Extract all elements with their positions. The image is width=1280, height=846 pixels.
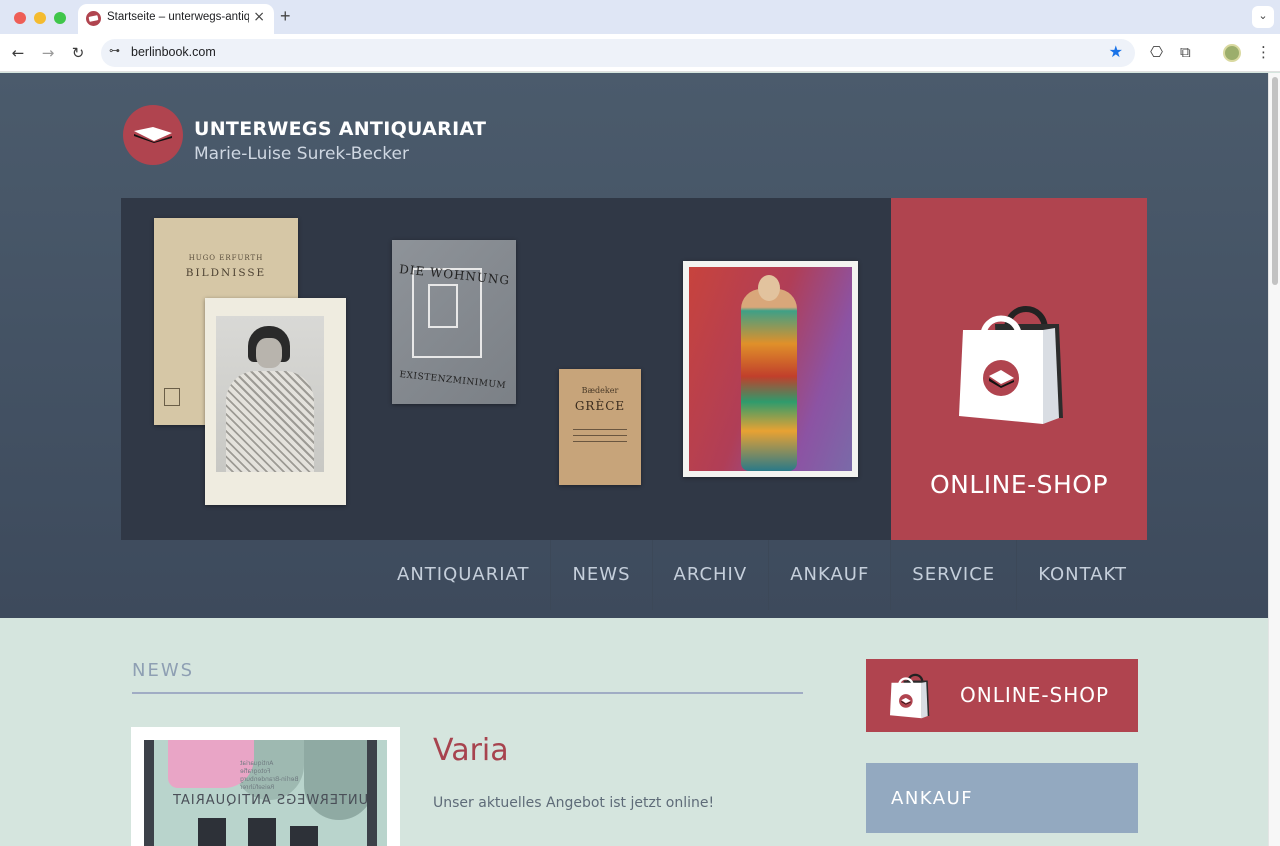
tab-search-button[interactable]: ⌄	[1252, 6, 1274, 28]
book-cover-baedeker: Bædeker GRÈCE	[559, 369, 641, 485]
sidebar-ankauf-label[interactable]: ANKAUF	[891, 788, 973, 809]
back-arrow-icon[interactable]: ←	[7, 42, 29, 64]
site-info-icon[interactable]: ⊶	[109, 44, 120, 57]
sidebar-ankauf-button[interactable]: ANKAUF	[866, 763, 1138, 833]
url-text[interactable]: berlinbook.com	[131, 45, 216, 59]
section-divider	[132, 692, 803, 694]
news-title[interactable]: Varia	[433, 733, 509, 768]
close-window-button[interactable]	[14, 12, 26, 24]
brand-name[interactable]: UNTERWEGS ANTIQUARIAT	[194, 118, 486, 140]
site-favicon-icon	[86, 11, 101, 26]
address-bar[interactable]: ⊶ berlinbook.com ★	[101, 39, 1135, 67]
extensions-icon[interactable]: ⧉	[1180, 43, 1191, 61]
book-title: GRÈCE	[574, 399, 626, 413]
shopping-bag-icon	[890, 673, 930, 719]
publisher-stamp	[164, 388, 180, 406]
book-subtitle: EXISTENZMINIMUM	[398, 370, 507, 392]
profile-avatar[interactable]	[1223, 44, 1241, 62]
logo-book-icon[interactable]	[123, 105, 183, 165]
book-author: HUGO ERFURTH	[188, 254, 264, 262]
tab-close-icon[interactable]: ×	[253, 9, 265, 25]
poster-text: UNTERWEGS ANTIQUARIAT	[172, 793, 369, 808]
site-header: UNTERWEGS ANTIQUARIAT Marie-Luise Surek-…	[0, 73, 1268, 618]
bookmark-star-icon[interactable]: ★	[1109, 42, 1123, 61]
maximize-window-button[interactable]	[54, 12, 66, 24]
fashion-image	[689, 267, 852, 471]
book-cover-die-wohnung: DIE WOHNUNG EXISTENZMINIMUM	[392, 240, 516, 404]
text-line	[573, 441, 627, 442]
nav-item-archiv[interactable]: ARCHIV	[651, 540, 769, 610]
sidebar-online-shop-button[interactable]: ONLINE-SHOP	[866, 659, 1138, 732]
news-image[interactable]: Antiquariat Fotografie Berlin-Brandenburg R…	[131, 727, 400, 846]
nav-item-ankauf[interactable]: ANKAUF	[768, 540, 890, 610]
online-shop-label[interactable]: ONLINE-SHOP	[891, 470, 1147, 499]
nav-item-antiquariat[interactable]: ANTIQUARIAT	[376, 540, 550, 610]
new-tab-button[interactable]: +	[280, 6, 291, 27]
book-title: BILDNISSE	[185, 267, 267, 279]
news-section-heading: NEWS	[132, 660, 195, 681]
nav-item-news[interactable]: NEWS	[550, 540, 651, 610]
scrollbar-thumb[interactable]	[1272, 77, 1278, 285]
browser-menu-icon[interactable]: ⋮	[1256, 43, 1271, 61]
brand-subtitle: Marie-Luise Surek-Becker	[194, 144, 409, 164]
minimize-window-button[interactable]	[34, 12, 46, 24]
forward-arrow-icon[interactable]: →	[37, 42, 59, 64]
open-book-icon	[134, 127, 172, 143]
active-tab[interactable]: Startseite – unterwegs-antiquariat ×	[78, 4, 274, 34]
bookmarks-icon[interactable]: ⎔	[1150, 43, 1163, 61]
main-navigation: ANTIQUARIAT NEWS ARCHIV ANKAUF SERVICE K…	[376, 540, 1148, 610]
nav-item-kontakt[interactable]: KONTAKT	[1016, 540, 1148, 610]
text-line	[573, 429, 627, 430]
nav-item-service[interactable]: SERVICE	[890, 540, 1016, 610]
browser-tab-bar: Startseite – unterwegs-antiquariat × + ⌄	[0, 0, 1280, 34]
text-line	[573, 435, 627, 436]
book-publisher: Bædeker	[581, 386, 619, 395]
online-shop-banner[interactable]: ONLINE-SHOP	[891, 198, 1147, 540]
reload-icon[interactable]: ↻	[67, 42, 89, 64]
portrait-image	[216, 316, 324, 472]
fashion-photograph	[683, 261, 858, 477]
page-scrollbar[interactable]	[1268, 73, 1280, 846]
shopping-bag-icon	[959, 306, 1063, 424]
browser-toolbar: ← → ↻ ⊶ berlinbook.com ★ ⎔ ⧉ ⋮	[0, 34, 1280, 72]
news-excerpt: Unser aktuelles Angebot ist jetzt online…	[433, 795, 715, 811]
portrait-photograph	[205, 298, 346, 505]
hero-banner: HUGO ERFURTH BILDNISSE DIE WOHNUNG EXIST…	[121, 198, 891, 540]
sidebar-online-shop-label[interactable]: ONLINE-SHOP	[960, 683, 1109, 707]
poster-image: Antiquariat Fotografie Berlin-Brandenburg R…	[144, 740, 387, 846]
tab-title: Startseite – unterwegs-antiquariat	[107, 11, 249, 23]
